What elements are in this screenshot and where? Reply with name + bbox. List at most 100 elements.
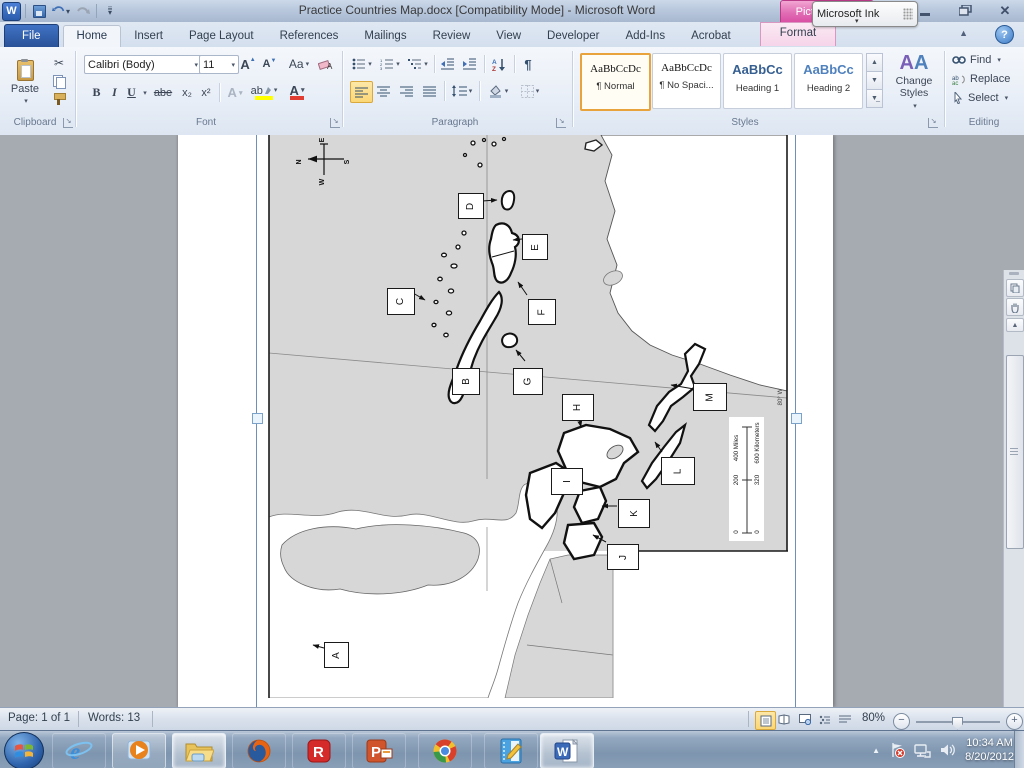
word-count[interactable]: Words: 13 [88,712,140,724]
styles-gallery-more[interactable]: ▼̲ [866,89,883,108]
italic-button[interactable]: I [107,83,122,102]
tab-insert[interactable]: Insert [121,26,176,47]
change-case-button[interactable]: Aa▾ [286,55,312,73]
save-button[interactable] [30,3,48,19]
style-heading-2[interactable]: AaBbCc Heading 2 [794,53,863,109]
text-effects-button[interactable]: A▾ [224,83,246,102]
undo-button[interactable]: ▾ [52,3,70,19]
taskbar-windows-explorer[interactable] [172,733,226,768]
picture-resize-handle-right[interactable] [791,413,802,424]
taskbar-chrome[interactable] [418,733,472,768]
tab-mailings[interactable]: Mailings [351,26,419,47]
taskbar-realplayer[interactable]: R [292,733,346,768]
justify-button[interactable] [419,81,440,101]
fullscreen-reading-view-button[interactable] [775,711,794,728]
shrink-font-button[interactable]: A▼ [260,55,279,73]
help-button[interactable]: ? [995,25,1014,44]
undo-dropdown[interactable]: ▾ [66,7,70,16]
numbering-button[interactable]: 123▾ [378,55,402,73]
map-picture[interactable]: N E S W 400 Miles 600 Kilometers 200 320… [268,135,788,698]
microsoft-ink-toolbar[interactable]: Microsoft Ink [812,1,918,27]
action-center-flag-icon[interactable] [889,742,905,758]
split-handle[interactable] [1009,272,1019,275]
word-app-icon[interactable]: W [2,2,21,21]
strikethrough-button[interactable]: abe [150,83,176,102]
draft-view-button[interactable] [835,711,854,728]
font-dialog-launcher[interactable]: ↘ [330,118,340,128]
increase-indent-button[interactable] [460,55,480,73]
decrease-indent-button[interactable] [438,55,458,73]
show-desktop-button[interactable] [1014,731,1024,768]
borders-button[interactable]: ▾ [516,81,544,101]
cut-button[interactable]: ✂ [48,55,70,71]
clear-formatting-button[interactable]: A [316,55,336,73]
zoom-out-button[interactable]: − [893,713,910,730]
web-layout-view-button[interactable] [795,711,814,728]
highlight-button[interactable]: ab▾ [250,83,278,102]
pan-hand-button[interactable] [1006,298,1024,316]
vertical-scrollbar[interactable]: ▲ [1003,270,1024,707]
paste-button[interactable]: Paste ▾ [7,53,43,111]
zoom-in-button[interactable]: + [1006,713,1023,730]
line-spacing-button[interactable]: ▾ [449,81,475,101]
drag-grip-icon[interactable] [903,8,913,20]
align-right-button[interactable] [396,81,417,101]
network-icon[interactable] [914,743,931,758]
qat-customize-button[interactable]: ≡▾ [101,3,119,19]
tab-references[interactable]: References [267,26,352,47]
tab-file[interactable]: File [4,24,59,47]
document-canvas[interactable]: N E S W 400 Miles 600 Kilometers 200 320… [0,135,1024,707]
bullets-button[interactable]: ▾ [350,55,374,73]
subscript-button[interactable]: x₂ [178,83,196,102]
taskbar-powerpoint[interactable]: P [352,733,406,768]
show-hide-marks-button[interactable]: ¶ [518,55,538,73]
zoom-level[interactable]: 80% [862,712,885,724]
underline-dropdown[interactable]: ▾ [141,87,149,99]
style-normal[interactable]: AaBbCcDc ¶ Normal [580,53,651,111]
redo-button[interactable] [74,3,92,19]
scroll-up-arrow[interactable]: ▲ [1006,318,1024,332]
format-painter-button[interactable] [48,91,70,107]
taskbar-journal-notes[interactable] [484,733,538,768]
tab-review[interactable]: Review [420,26,484,47]
select-button[interactable]: Select▾ [952,92,1008,104]
tab-acrobat[interactable]: Acrobat [678,26,744,47]
taskbar-internet-explorer[interactable]: e [52,733,106,768]
bold-button[interactable]: B [88,83,105,102]
superscript-button[interactable]: x² [197,83,215,102]
ruler-toggle-button[interactable] [1006,279,1024,297]
font-color-button[interactable]: A▾ [284,83,310,102]
close-button[interactable]: ✕ [992,4,1018,17]
tray-expand-icon[interactable]: ▲ [872,746,880,755]
tab-view[interactable]: View [483,26,534,47]
replace-button[interactable]: abac Replace [952,73,1010,85]
font-size-combobox[interactable]: 11▾ [199,55,239,74]
grow-font-button[interactable]: A▲ [238,55,258,73]
align-left-button[interactable] [350,81,373,103]
outline-view-button[interactable] [815,711,834,728]
page-indicator[interactable]: Page: 1 of 1 [8,712,70,724]
find-button[interactable]: Find▾ [952,54,1001,66]
zoom-slider-thumb[interactable] [952,717,963,730]
style-no-spacing[interactable]: AaBbCcDc ¶ No Spaci... [652,53,721,109]
multilevel-list-button[interactable]: ▾ [406,55,430,73]
tab-developer[interactable]: Developer [534,26,612,47]
tab-page-layout[interactable]: Page Layout [176,26,267,47]
volume-icon[interactable] [940,743,956,757]
clipboard-dialog-launcher[interactable]: ↘ [63,118,73,128]
style-heading-1[interactable]: AaBbCc Heading 1 [723,53,792,109]
tab-add-ins[interactable]: Add-Ins [612,26,678,47]
align-center-button[interactable] [373,81,394,101]
styles-scroll-down[interactable]: ▼ [866,71,883,90]
taskbar-media-player[interactable] [112,733,166,768]
tray-clock[interactable]: 10:34 AM 8/20/2012 [965,736,1014,764]
paragraph-dialog-launcher[interactable]: ↘ [556,118,566,128]
start-button[interactable] [4,732,44,768]
tab-home[interactable]: Home [63,25,122,47]
zoom-slider[interactable] [916,721,1000,723]
font-name-combobox[interactable]: Calibri (Body)▾ [84,55,202,74]
restore-button[interactable] [952,4,978,17]
styles-dialog-launcher[interactable]: ↘ [928,118,938,128]
copy-button[interactable] [48,73,70,89]
picture-resize-handle-left[interactable] [252,413,263,424]
